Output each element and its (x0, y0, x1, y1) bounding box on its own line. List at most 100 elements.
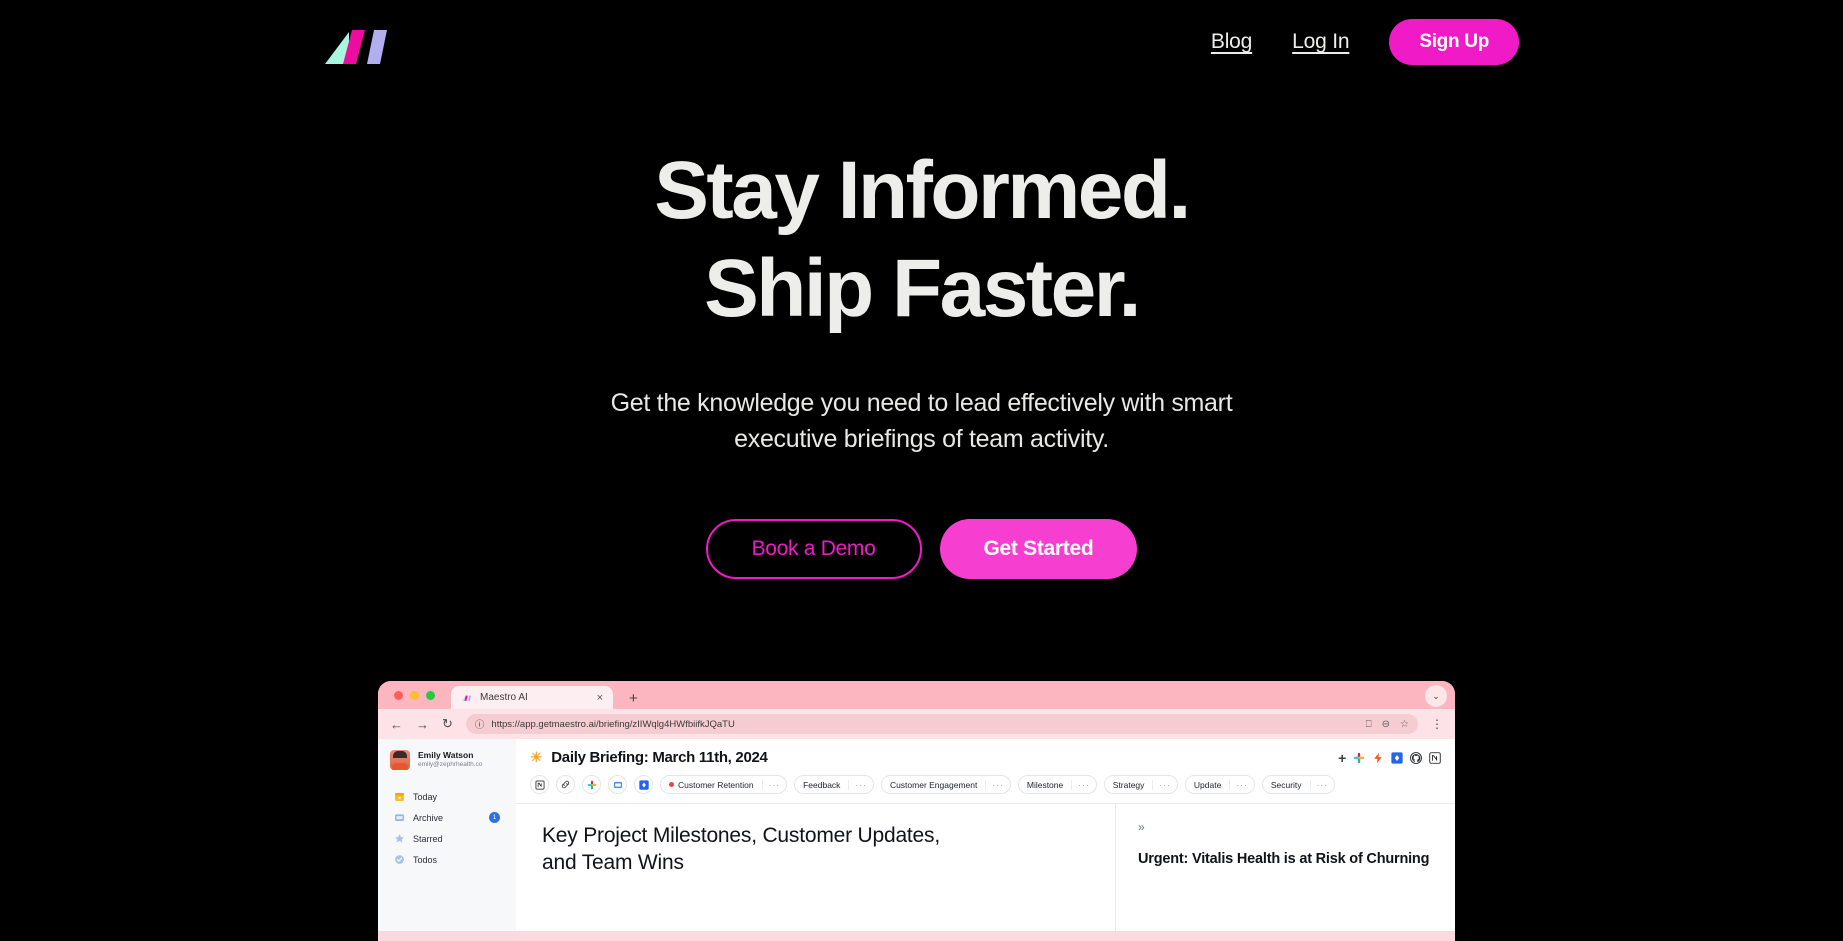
notion-tool-icon[interactable] (530, 775, 549, 794)
nav-actions: Blog Log In Sign Up (1211, 19, 1519, 65)
signup-button[interactable]: Sign Up (1389, 19, 1519, 65)
sidebar-nav: Today Archive 1 Starred Todos (390, 786, 504, 870)
app-content: ☀ Daily Briefing: March 11th, 2024 + Cus… (516, 739, 1455, 931)
tag-chip[interactable]: Feedback ··· (794, 775, 874, 794)
reload-icon[interactable]: ↻ (442, 716, 453, 732)
tab-favicon-icon (461, 693, 472, 702)
cta-row: Book a Demo Get Started (0, 519, 1843, 579)
close-window-dot[interactable] (394, 690, 403, 700)
side-panel: » Urgent: Vitalis Health is at Risk of C… (1115, 804, 1455, 931)
chevron-down-icon[interactable]: ⌄ (1425, 685, 1447, 707)
briefing-title: Daily Briefing: March 11th, 2024 (551, 749, 768, 766)
tag-label: Customer Engagement (889, 779, 978, 790)
expand-panel-icon[interactable]: » (1138, 820, 1145, 834)
user-profile[interactable]: Emily Watson emily@zephrhealth.co (390, 750, 504, 770)
hero-section: Stay Informed. Ship Faster. Get the know… (0, 150, 1843, 579)
tag-more-icon[interactable]: ··· (1071, 779, 1096, 790)
link-tool-icon[interactable] (556, 775, 575, 794)
sidebar-label: Archive (413, 812, 444, 823)
tag-status-dot (669, 782, 674, 787)
slack-icon[interactable] (1353, 752, 1365, 764)
subtitle-line-2: executive briefings of team activity. (734, 424, 1109, 453)
tag-label: Security (1270, 779, 1302, 790)
window-controls (394, 681, 435, 709)
tag-more-icon[interactable]: ··· (1152, 779, 1177, 790)
content-panes: Key Project Milestones, Customer Updates… (516, 803, 1455, 931)
logo-icon (325, 30, 387, 64)
browser-tab-bar: Maestro AI × + ⌄ (378, 681, 1455, 709)
app-sidebar: Emily Watson emily@zephrhealth.co Today (378, 739, 516, 931)
minimize-window-dot[interactable] (410, 690, 419, 700)
sidebar-label: Starred (413, 833, 443, 844)
get-started-button[interactable]: Get Started (939, 519, 1138, 579)
avatar (390, 750, 410, 770)
tag-more-icon[interactable]: ··· (1229, 779, 1254, 790)
front-tool-icon[interactable] (608, 775, 627, 794)
zoom-out-icon[interactable]: ⊖ (1382, 719, 1390, 730)
archive-icon (395, 814, 404, 821)
tag-chip[interactable]: Customer Retention ··· (660, 775, 788, 794)
book-demo-button[interactable]: Book a Demo (705, 519, 922, 579)
new-tab-icon[interactable]: + (629, 690, 638, 707)
app-window: Emily Watson emily@zephrhealth.co Today (378, 739, 1455, 931)
tag-chip[interactable]: Milestone ··· (1017, 775, 1097, 794)
tag-chip[interactable]: Strategy ··· (1103, 775, 1178, 794)
tag-toolbar: Customer Retention ··· Feedback ··· Cust… (516, 775, 1455, 803)
tag-label: Customer Retention (678, 779, 754, 790)
nav-link-blog[interactable]: Blog (1211, 30, 1252, 54)
maestro-logo[interactable] (321, 16, 393, 68)
tab-title: Maestro AI (480, 692, 528, 703)
tag-more-icon[interactable]: ··· (985, 779, 1010, 790)
tag-more-icon[interactable]: ··· (848, 779, 873, 790)
zapier-icon[interactable] (1372, 752, 1384, 764)
check-circle-icon (395, 855, 404, 864)
user-email: emily@zephrhealth.co (418, 761, 483, 769)
nav-link-login[interactable]: Log In (1292, 30, 1349, 54)
tag-chip[interactable]: Security ··· (1261, 775, 1336, 794)
tag-more-icon[interactable]: ··· (1309, 779, 1335, 790)
sidebar-item-todos[interactable]: Todos (390, 849, 504, 870)
user-name: Emily Watson (418, 750, 474, 761)
tag-label: Milestone (1026, 779, 1064, 790)
status-badge: 1 (489, 812, 500, 823)
slack-tool-icon[interactable] (582, 775, 601, 794)
back-icon[interactable]: ← (390, 717, 403, 732)
jira-tool-icon[interactable] (634, 775, 653, 794)
sidebar-item-archive[interactable]: Archive 1 (390, 807, 504, 828)
site-info-icon[interactable]: ⓘ (475, 717, 485, 731)
sun-icon: ☀ (530, 749, 543, 765)
hero-subtitle: Get the knowledge you need to lead effec… (0, 386, 1843, 457)
maximize-window-dot[interactable] (426, 690, 435, 700)
sidebar-item-starred[interactable]: Starred (390, 828, 504, 849)
sidebar-item-today[interactable]: Today (390, 786, 504, 807)
omnibox-icons: ⎕ ⊖ ☆ (1366, 719, 1409, 730)
star-icon (395, 834, 404, 843)
url-text: https://app.getmaestro.ai/briefing/zIIWq… (491, 718, 735, 730)
briefing-section-heading: Key Project Milestones, Customer Updates… (542, 824, 940, 874)
briefing-body: Key Project Milestones, Customer Updates… (516, 804, 1115, 931)
add-button[interactable]: + (1338, 750, 1346, 766)
browser-tab[interactable]: Maestro AI × (451, 686, 613, 709)
panel-heading: Urgent: Vitalis Health is at Risk of Chu… (1138, 851, 1430, 867)
browser-url-bar: ← → ↻ ⓘ https://app.getmaestro.ai/briefi… (378, 709, 1455, 739)
bookmark-star-icon[interactable]: ☆ (1400, 719, 1409, 730)
sidebar-label: Today (413, 791, 438, 802)
browser-menu-icon[interactable]: ⋮ (1431, 717, 1443, 731)
tag-label: Update (1193, 779, 1222, 790)
header-actions: + (1338, 750, 1441, 766)
top-navigation: Blog Log In Sign Up (0, 0, 1843, 84)
address-bar[interactable]: ⓘ https://app.getmaestro.ai/briefing/zII… (465, 714, 1418, 734)
tag-label: Feedback (803, 779, 841, 790)
jira-icon[interactable] (1391, 751, 1403, 764)
tag-more-icon[interactable]: ··· (761, 779, 787, 790)
tag-label: Strategy (1112, 779, 1145, 790)
tag-chip[interactable]: Update ··· (1184, 775, 1255, 794)
sidebar-label: Todos (413, 854, 438, 865)
forward-icon[interactable]: → (416, 717, 429, 732)
github-icon[interactable] (1410, 751, 1422, 764)
notion-icon[interactable] (1429, 751, 1441, 764)
calendar-icon (395, 793, 404, 801)
cast-icon[interactable]: ⎕ (1366, 719, 1372, 730)
close-tab-icon[interactable]: × (597, 692, 603, 704)
tag-chip[interactable]: Customer Engagement ··· (880, 775, 1011, 794)
